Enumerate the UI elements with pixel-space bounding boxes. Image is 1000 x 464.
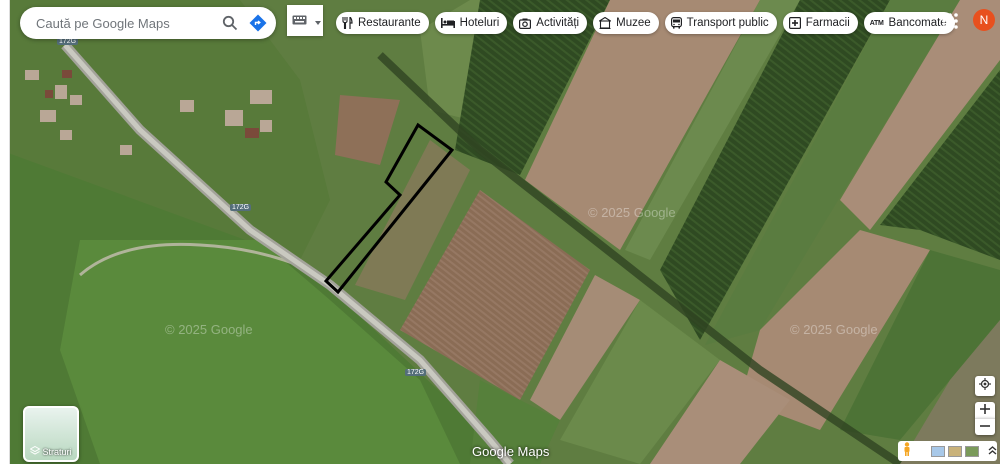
search-input[interactable]: Caută pe Google Maps: [36, 16, 216, 31]
chip-label: Restaurante: [358, 17, 421, 29]
chip-label: Bancomate: [888, 17, 947, 29]
fork-knife-icon: [342, 17, 353, 29]
bus-icon: [670, 17, 682, 29]
road-label: 172G: [230, 204, 252, 211]
left-panel-edge: [0, 0, 10, 464]
camera-icon: [519, 18, 532, 29]
layers-icon: [29, 445, 42, 458]
keyboard-icon: [292, 12, 307, 30]
museum-icon: [599, 17, 612, 29]
road-label: 172G: [405, 369, 427, 376]
chip-label: Transport public: [686, 17, 769, 29]
search-icon[interactable]: [216, 9, 244, 37]
pegman-icon[interactable]: [902, 441, 912, 461]
imagery-thumbnail[interactable]: [931, 445, 945, 457]
chip-muzee[interactable]: Muzee: [593, 12, 659, 34]
chip-hoteluri[interactable]: Hoteluri: [434, 12, 508, 34]
street-view-bar: [898, 441, 997, 461]
category-chips: Restaurante Hoteluri Activități Muzee Tr…: [336, 12, 955, 34]
chevron-down-icon[interactable]: [315, 12, 321, 30]
atm-icon: ATM: [869, 19, 884, 27]
layers-button[interactable]: Straturi: [23, 406, 79, 462]
chip-label: Farmacii: [805, 17, 850, 29]
my-location-button[interactable]: [975, 376, 995, 396]
google-apps-icon[interactable]: [941, 12, 959, 30]
chip-label: Muzee: [616, 17, 651, 29]
pharmacy-icon: [788, 17, 801, 29]
map-watermark: © 2025 Google: [790, 322, 878, 337]
plus-icon: [980, 401, 990, 419]
map-watermark: © 2025 Google: [588, 205, 676, 220]
chip-transport-public[interactable]: Transport public: [664, 12, 777, 34]
bed-icon: [440, 18, 455, 28]
google-maps-logo: Google Maps: [472, 444, 550, 459]
account-avatar[interactable]: N: [973, 9, 995, 31]
imagery-thumbnail[interactable]: [948, 445, 962, 457]
satellite-map[interactable]: [0, 0, 1000, 464]
chip-activitati[interactable]: Activități: [513, 12, 588, 34]
chip-label: Hoteluri: [459, 17, 500, 29]
chip-label: Activități: [536, 17, 580, 29]
layers-label: Straturi: [42, 447, 72, 457]
minus-icon: [980, 418, 990, 436]
zoom-in-button[interactable]: [975, 402, 995, 418]
road-label: 172G: [57, 38, 79, 45]
crosshair-icon: [979, 377, 991, 395]
chip-restaurante[interactable]: Restaurante: [336, 12, 429, 34]
search-box[interactable]: Caută pe Google Maps: [20, 7, 276, 39]
map-watermark: © 2025 Google: [165, 322, 253, 337]
expand-icon[interactable]: [988, 442, 997, 460]
input-tools-button[interactable]: [287, 5, 323, 36]
directions-icon[interactable]: [244, 9, 272, 37]
chip-farmacii[interactable]: Farmacii: [782, 12, 858, 34]
imagery-thumbnail[interactable]: [965, 445, 979, 457]
zoom-out-button[interactable]: [975, 418, 995, 435]
